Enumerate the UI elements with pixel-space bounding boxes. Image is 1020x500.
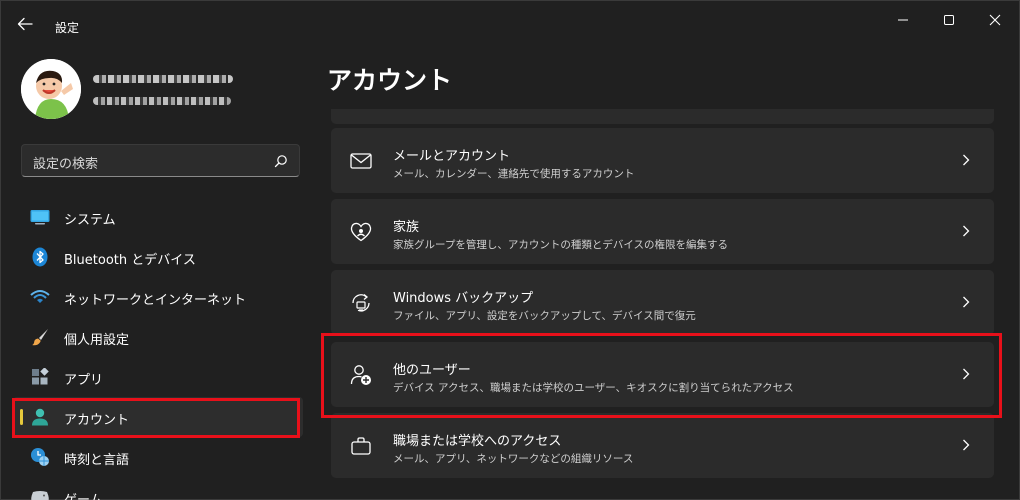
card-windows-backup[interactable]: Windows バックアップ ファイル、アプリ、設定をバックアップして、デバイス… (331, 270, 994, 335)
settings-search-input[interactable]: 設定の検索 (21, 144, 300, 177)
network-icon (30, 287, 50, 307)
page-title: アカウント (327, 66, 453, 95)
card-partially-scrolled[interactable] (331, 109, 994, 124)
sidebar-item-bluetooth[interactable]: Bluetooth とデバイス (13, 237, 303, 277)
card-title: 他のユーザー (393, 363, 471, 378)
chevron-right-icon (960, 295, 972, 309)
close-icon (989, 14, 1001, 26)
chevron-right-icon (960, 438, 972, 452)
family-heart-icon (349, 220, 373, 244)
brush-icon (30, 327, 50, 347)
maximize-button[interactable] (931, 9, 967, 31)
settings-window: 設定 設定の検索 システム Bluetooth とデバイス ネットワークとインタ… (0, 0, 1020, 500)
search-placeholder: 設定の検索 (33, 157, 99, 172)
sidebar-item-label: 個人用設定 (64, 333, 130, 348)
back-button[interactable] (15, 15, 35, 33)
sidebar-item-time-language[interactable]: 時刻と言語 (13, 437, 303, 477)
sidebar-item-personalization[interactable]: 個人用設定 (13, 317, 303, 357)
card-title: メールとアカウント (393, 149, 511, 164)
chevron-right-icon (960, 367, 972, 381)
sidebar-item-gaming[interactable]: ゲーム (13, 477, 303, 500)
card-title: Windows バックアップ (393, 291, 534, 306)
card-email-accounts[interactable]: メールとアカウント メール、カレンダー、連絡先で使用するアカウント (331, 128, 994, 193)
briefcase-icon (349, 434, 373, 458)
minimize-icon (898, 19, 908, 21)
card-description: デバイス アクセス、職場または学校のユーザー、キオスクに割り当てられたアクセス (393, 382, 794, 394)
sidebar-item-system[interactable]: システム (13, 197, 303, 237)
account-icon (30, 407, 50, 427)
sidebar-item-accounts[interactable]: アカウント (13, 397, 303, 437)
apps-icon (30, 367, 50, 387)
sidebar-item-label: Bluetooth とデバイス (64, 253, 196, 268)
sidebar-item-label: アプリ (64, 373, 104, 388)
card-description: メール、アプリ、ネットワークなどの組織リソース (393, 453, 634, 465)
app-title: 設定 (55, 21, 80, 35)
card-description: メール、カレンダー、連絡先で使用するアカウント (393, 168, 635, 180)
card-title: 職場または学校へのアクセス (393, 434, 562, 449)
sidebar-item-apps[interactable]: アプリ (13, 357, 303, 397)
add-user-icon (349, 363, 373, 387)
profile-email-redacted (93, 97, 231, 105)
mail-icon (349, 149, 373, 173)
sidebar-item-label: システム (64, 213, 116, 228)
card-other-users[interactable]: 他のユーザー デバイス アクセス、職場または学校のユーザー、キオスクに割り当てら… (331, 342, 994, 407)
card-work-school-access[interactable]: 職場または学校へのアクセス メール、アプリ、ネットワークなどの組織リソース (331, 413, 994, 478)
selected-indicator (20, 409, 23, 425)
avatar[interactable] (21, 59, 81, 119)
title-bar: 設定 (1, 1, 1019, 45)
sidebar-item-network[interactable]: ネットワークとインターネット (13, 277, 303, 317)
search-icon (274, 155, 287, 168)
chevron-right-icon (960, 153, 972, 167)
minimize-button[interactable] (885, 9, 921, 31)
profile-name-redacted (93, 75, 233, 83)
card-family[interactable]: 家族 家族グループを管理し、アカウントの種類とデバイスの権限を編集する (331, 199, 994, 264)
clock-globe-icon (30, 447, 50, 467)
avatar-illustration-icon (21, 59, 81, 119)
back-arrow-icon (17, 17, 33, 31)
backup-icon (349, 291, 373, 315)
card-description: 家族グループを管理し、アカウントの種類とデバイスの権限を編集する (393, 239, 729, 251)
maximize-icon (944, 15, 954, 25)
sidebar-item-label: 時刻と言語 (64, 453, 130, 468)
system-icon (30, 207, 50, 227)
sidebar-item-label: アカウント (64, 413, 130, 428)
sidebar-item-label: ネットワークとインターネット (64, 293, 247, 308)
card-description: ファイル、アプリ、設定をバックアップして、デバイス間で復元 (393, 310, 696, 322)
sidebar-nav: システム Bluetooth とデバイス ネットワークとインターネット 個人用設… (13, 197, 303, 500)
game-icon (30, 487, 50, 500)
chevron-right-icon (960, 224, 972, 238)
bluetooth-icon (30, 247, 50, 267)
close-button[interactable] (977, 9, 1013, 31)
card-title: 家族 (393, 220, 420, 235)
sidebar-item-label: ゲーム (64, 489, 103, 500)
